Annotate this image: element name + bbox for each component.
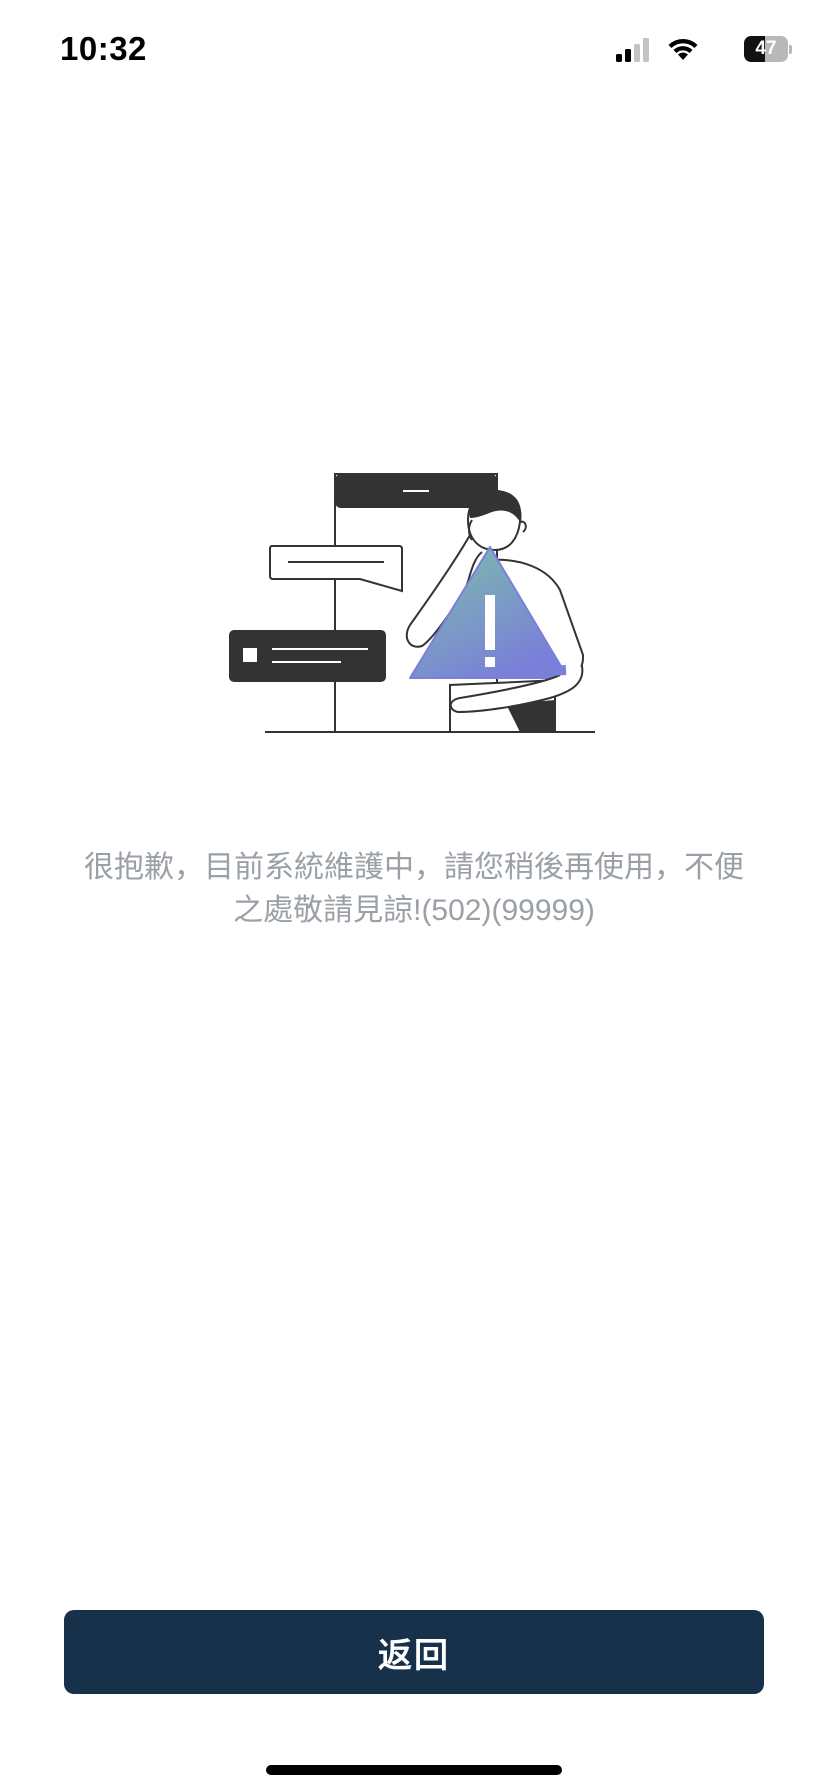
home-indicator[interactable] <box>266 1765 562 1775</box>
status-time: 10:32 <box>60 30 147 67</box>
cellular-signal-icon <box>616 38 652 67</box>
back-button[interactable]: 返回 <box>64 1610 764 1694</box>
maintenance-message: 很抱歉，目前系統維護中，請您稍後再使用，不便之處敬請見諒!(502)(99999… <box>84 851 744 927</box>
status-bar: 10:32 47 <box>0 0 828 100</box>
maintenance-screen: 10:32 47 很抱歉，目前系統維護中，請您稍後再使用，不便之處敬請見諒!(5… <box>0 0 828 1792</box>
maintenance-illustration <box>220 460 620 740</box>
battery-icon: 47 <box>744 36 792 62</box>
battery-level: 47 <box>755 38 777 59</box>
wifi-icon <box>666 36 700 67</box>
